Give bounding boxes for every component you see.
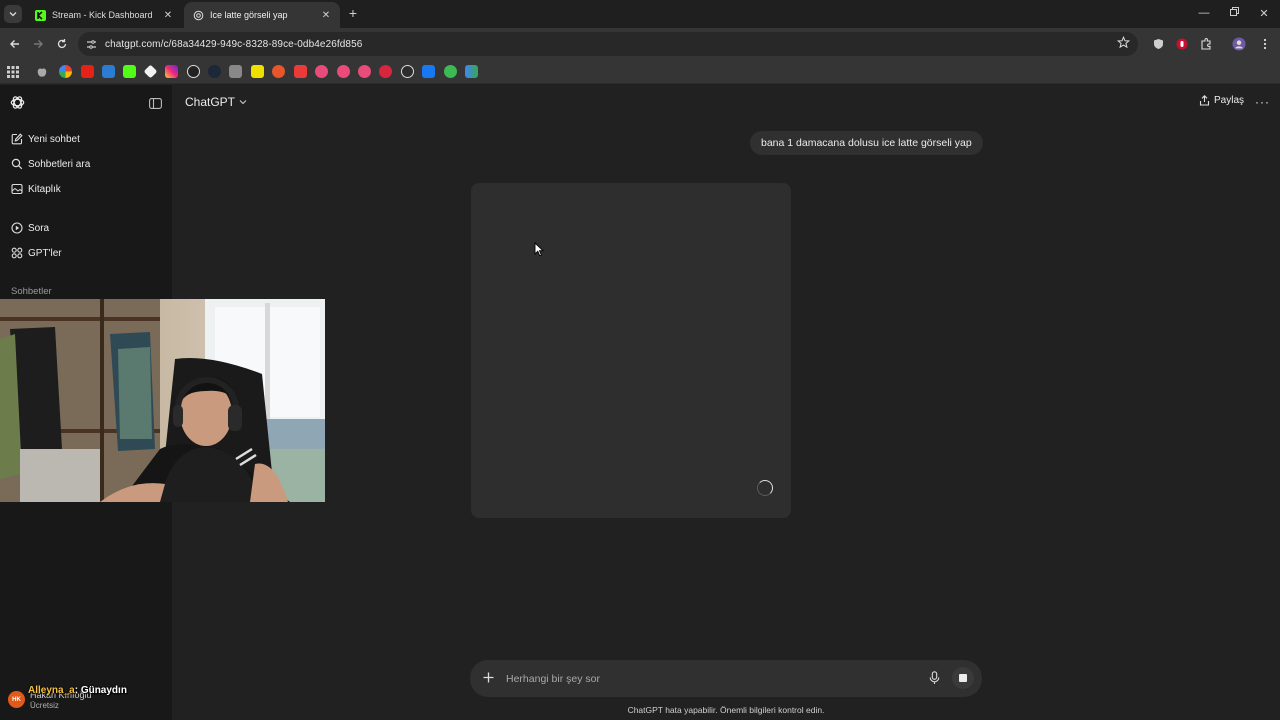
- profile-avatar-icon[interactable]: [1232, 37, 1246, 51]
- tab-title: Stream - Kick Dashboard: [52, 10, 153, 20]
- reload-icon[interactable]: [55, 37, 69, 51]
- facebook-icon[interactable]: [422, 65, 435, 78]
- openai-icon: [192, 9, 204, 21]
- red-bookmark-icon[interactable]: [379, 65, 392, 78]
- pink-bookmark-icon[interactable]: [337, 65, 350, 78]
- stop-generation-button[interactable]: [952, 667, 974, 689]
- kick-icon: [34, 9, 46, 21]
- share-button[interactable]: Paylaş: [1199, 95, 1244, 106]
- bookmark-star-icon[interactable]: [1117, 36, 1130, 49]
- webcam-video-frame: [0, 299, 325, 502]
- stop-icon: [959, 674, 967, 682]
- pink-bookmark-icon[interactable]: [315, 65, 328, 78]
- library-icon: [11, 183, 23, 195]
- sidebar-item-label: Kitaplık: [28, 183, 61, 195]
- close-icon[interactable]: ✕: [320, 10, 332, 21]
- site-info-icon[interactable]: [86, 39, 97, 50]
- google-icon[interactable]: [59, 65, 72, 78]
- share-icon: [1199, 95, 1210, 106]
- address-bar[interactable]: chatgpt.com/c/68a34429-949c-8328-89ce-0d…: [78, 32, 1138, 56]
- sidebar-item-label: Sora: [28, 222, 50, 234]
- model-name: ChatGPT: [185, 95, 236, 109]
- add-attachment-icon[interactable]: [482, 671, 495, 689]
- openai-bookmark-icon[interactable]: [187, 65, 200, 78]
- steam-icon[interactable]: [208, 65, 221, 78]
- green-bookmark-icon[interactable]: [444, 65, 457, 78]
- composer: [470, 660, 982, 697]
- tab-strip: Stream - Kick Dashboard ✕ Ice latte görs…: [0, 0, 1280, 28]
- sidebar-item-label: Sohbetleri ara: [28, 158, 91, 170]
- openai-bookmark-icon[interactable]: [401, 65, 414, 78]
- chevron-down-icon: [9, 12, 17, 17]
- url-text: chatgpt.com/c/68a34429-949c-8328-89ce-0d…: [105, 38, 363, 50]
- sidebar-item-gpts[interactable]: GPT'ler: [11, 243, 62, 263]
- apple-icon[interactable]: [37, 65, 47, 78]
- orange-bookmark-icon[interactable]: [272, 65, 285, 78]
- apps-grid-icon[interactable]: [7, 65, 20, 78]
- instagram-icon[interactable]: [165, 65, 178, 78]
- message-input[interactable]: [506, 669, 906, 688]
- search-icon: [11, 158, 23, 170]
- s-bookmark-icon[interactable]: [251, 65, 264, 78]
- sidebar-toggle-icon[interactable]: [149, 96, 162, 114]
- menu-dots-vertical-icon[interactable]: [1258, 37, 1272, 51]
- avatar: HK: [8, 691, 25, 708]
- overlay-chat-user: Alleyna_a: [28, 685, 75, 696]
- user-plan: Ücretsiz: [30, 701, 59, 710]
- overlay-chat-message: Günaydın: [80, 685, 127, 696]
- minimize-icon[interactable]: —: [1196, 7, 1212, 19]
- new-chat-icon: [11, 133, 23, 145]
- loading-spinner-icon: [757, 480, 773, 496]
- pocket-icon[interactable]: [294, 65, 307, 78]
- diamond-icon[interactable]: [143, 64, 158, 79]
- sidebar-item-label: Yeni sohbet: [28, 133, 80, 145]
- generating-image-placeholder: [471, 183, 791, 518]
- model-selector[interactable]: ChatGPT: [185, 95, 247, 109]
- forward-arrow-icon[interactable]: [31, 37, 45, 51]
- browser-toolbar: chatgpt.com/c/68a34429-949c-8328-89ce-0d…: [0, 28, 1280, 60]
- colorful-bookmark-icon[interactable]: [465, 65, 478, 78]
- back-arrow-icon[interactable]: [8, 37, 22, 51]
- tab-kick-dashboard[interactable]: Stream - Kick Dashboard ✕: [26, 2, 182, 28]
- tab-search-button[interactable]: [4, 5, 22, 23]
- restore-icon[interactable]: [1226, 7, 1242, 19]
- more-options-icon[interactable]: ···: [1255, 95, 1270, 109]
- sidebar-item-search-chats[interactable]: Sohbetleri ara: [11, 154, 90, 174]
- share-label: Paylaş: [1214, 95, 1245, 106]
- tab-chatgpt[interactable]: Ice latte görseli yap ✕: [184, 2, 340, 28]
- sidebar-item-sora[interactable]: Sora: [11, 218, 49, 238]
- shield-icon[interactable]: [1151, 37, 1165, 51]
- microphone-icon[interactable]: [929, 671, 940, 690]
- new-tab-button[interactable]: +: [345, 6, 361, 22]
- stream-chat-overlay: Alleyna_a: Günaydın: [28, 685, 127, 696]
- grid-icon: [11, 247, 23, 259]
- pink-bookmark-icon[interactable]: [358, 65, 371, 78]
- sidebar-item-library[interactable]: Kitaplık: [11, 179, 61, 199]
- outlook-icon[interactable]: [102, 65, 115, 78]
- mouse-cursor-icon: [534, 241, 545, 262]
- close-icon[interactable]: ✕: [162, 10, 174, 21]
- chats-section-title: Sohbetler: [11, 286, 52, 297]
- window-close-icon[interactable]: ✕: [1256, 7, 1272, 20]
- bookmarks-bar: [0, 60, 1280, 84]
- main-panel: ChatGPT Paylaş ··· bana 1 damacana dolus…: [172, 85, 1280, 720]
- chevron-down-icon: [239, 100, 247, 105]
- sidebar-item-label: GPT'ler: [28, 247, 62, 259]
- tab-title: Ice latte görseli yap: [210, 10, 288, 20]
- sidebar-item-new-chat[interactable]: Yeni sohbet: [11, 129, 80, 149]
- user-message-bubble: bana 1 damacana dolusu ice latte görseli…: [750, 131, 983, 155]
- youtube-icon[interactable]: [81, 65, 94, 78]
- bookmark-icon[interactable]: [229, 65, 242, 78]
- kick-bookmark-icon[interactable]: [123, 65, 136, 78]
- extensions-puzzle-icon[interactable]: [1199, 37, 1213, 51]
- disclaimer: ChatGPT hata yapabilir. Önemli bilgileri…: [627, 705, 825, 715]
- chatgpt-logo-icon[interactable]: [10, 95, 25, 115]
- play-circle-icon: [11, 222, 23, 234]
- webcam-overlay: [0, 299, 325, 502]
- red-extension-icon[interactable]: [1175, 37, 1189, 51]
